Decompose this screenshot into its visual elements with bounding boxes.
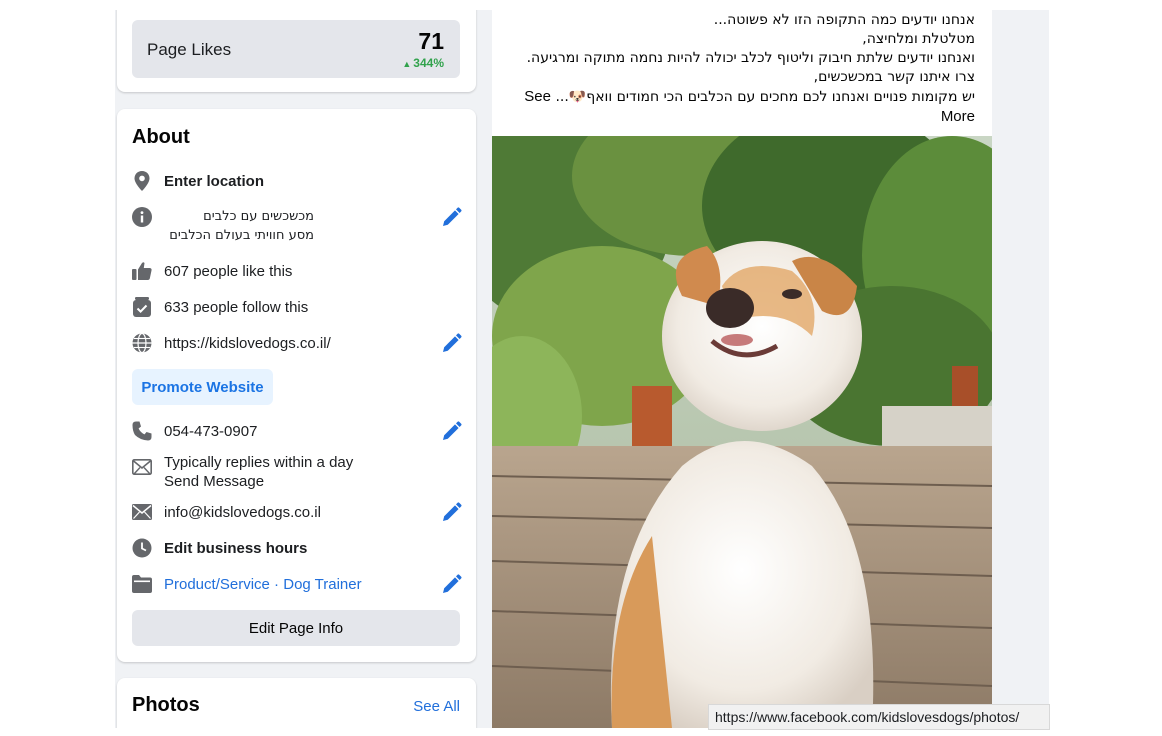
edit-phone-pencil-icon[interactable] (440, 421, 462, 443)
page-likes-card: Page Likes 71 ▲ 344% (117, 10, 476, 92)
page-likes-trend: ▲ 344% (402, 56, 444, 70)
post-photo-dog[interactable] (492, 136, 992, 728)
post-line-1: אנחנו יודעים כמה התקופה הזו לא פשוטה... (713, 12, 975, 28)
phone-icon (132, 421, 152, 441)
edit-website-pencil-icon[interactable] (440, 333, 462, 355)
see-more-see[interactable]: See (524, 88, 551, 105)
description-line-2: מסע חוויתי בעולם הכלבים (169, 228, 314, 243)
about-row-location: Enter location (132, 171, 462, 193)
about-title: About (132, 126, 190, 148)
page-likes-box[interactable]: Page Likes 71 ▲ 344% (132, 20, 460, 78)
promote-website-button[interactable]: Promote Website (132, 369, 273, 405)
enter-location-link[interactable]: Enter location (164, 172, 264, 191)
about-description: מכשכשים עם כלבים מסע חוויתי בעולם הכלבים (164, 207, 314, 245)
info-icon (132, 207, 152, 227)
about-row-description: מכשכשים עם כלבים מסע חוויתי בעולם הכלבים (132, 207, 462, 247)
follow-count-text: 633 people follow this (164, 299, 309, 316)
post-card: אנחנו יודעים כמה התקופה הזו לא פשוטה... … (492, 10, 992, 728)
post-line-5-text: יש מקומות פנויים ואנחנו לכם מחכים עם הכל… (555, 89, 975, 105)
category-icon (132, 574, 152, 594)
category-dog-trainer-link[interactable]: Dog Trainer (283, 576, 361, 593)
about-row-hours: Edit business hours (132, 538, 462, 560)
description-line-1: מכשכשים עם כלבים (203, 209, 314, 224)
edit-business-hours-link[interactable]: Edit business hours (164, 539, 307, 558)
edit-email-pencil-icon[interactable] (440, 502, 462, 524)
about-row-website: https://kidslovedogs.co.il/ (132, 333, 462, 355)
globe-icon (132, 333, 152, 353)
category-separator: · (269, 576, 284, 593)
reply-time-text: Typically replies within a day (164, 454, 354, 471)
about-card: About Enter location מכשכשים עם כלבים מס… (117, 109, 476, 662)
about-row-likes: 607 people like this (132, 261, 462, 283)
messenger-icon (132, 457, 152, 477)
post-text: אנחנו יודעים כמה התקופה הזו לא פשוטה... … (495, 11, 975, 126)
likes-count-text: 607 people like this (164, 263, 293, 280)
facebook-page: Page Likes 71 ▲ 344% About Enter location (115, 10, 1049, 728)
category-product-service-link[interactable]: Product/Service (164, 576, 270, 593)
send-message-link[interactable]: Send Message (164, 472, 264, 491)
edit-page-info-button[interactable]: Edit Page Info (132, 610, 460, 646)
about-row-follows: 633 people follow this (132, 297, 462, 319)
clock-icon (132, 538, 152, 558)
phone-number[interactable]: 054-473-0907 (164, 422, 257, 441)
page-likes-label: Page Likes (147, 40, 232, 59)
category-text: Product/Service · Dog Trainer (164, 575, 362, 594)
photos-see-all-link[interactable]: See All (413, 698, 460, 715)
about-row-messenger: Typically replies within a day Send Mess… (132, 453, 462, 493)
edit-description-pencil-icon[interactable] (440, 207, 462, 229)
email-link[interactable]: info@kidslovedogs.co.il (164, 503, 321, 522)
location-pin-icon (132, 171, 152, 191)
post-line-2: מטלטלת ומלחיצה, (862, 31, 975, 47)
photos-card: Photos See All (117, 678, 476, 728)
screenshot-stage: Page Likes 71 ▲ 344% About Enter location (0, 0, 1162, 736)
page-likes-count: 71 (418, 28, 444, 54)
thumbs-up-icon (132, 261, 152, 281)
see-more-more[interactable]: More (495, 107, 975, 126)
post-line-4: צרו איתנו קשר במכשכשים, (813, 69, 975, 85)
post-line-3: ואנחנו יודעים שלתת חיבוק וליטוף לכלב יכו… (526, 50, 975, 66)
envelope-icon (132, 502, 152, 522)
about-row-category: Product/Service · Dog Trainer (132, 574, 462, 596)
post-line-5: יש מקומות פנויים ואנחנו לכם מחכים עם הכל… (495, 87, 975, 107)
follow-icon (132, 297, 152, 317)
photos-title: Photos (132, 694, 200, 716)
status-bar-url: https://www.facebook.com/kidslovesdogs/p… (708, 704, 1050, 730)
page-likes-trend-value: 344% (413, 56, 444, 70)
edit-category-pencil-icon[interactable] (440, 574, 462, 596)
website-link[interactable]: https://kidslovedogs.co.il/ (164, 334, 331, 353)
trend-up-icon: ▲ (402, 59, 412, 69)
about-row-email: info@kidslovedogs.co.il (132, 502, 462, 524)
about-row-phone: 054-473-0907 (132, 421, 462, 443)
